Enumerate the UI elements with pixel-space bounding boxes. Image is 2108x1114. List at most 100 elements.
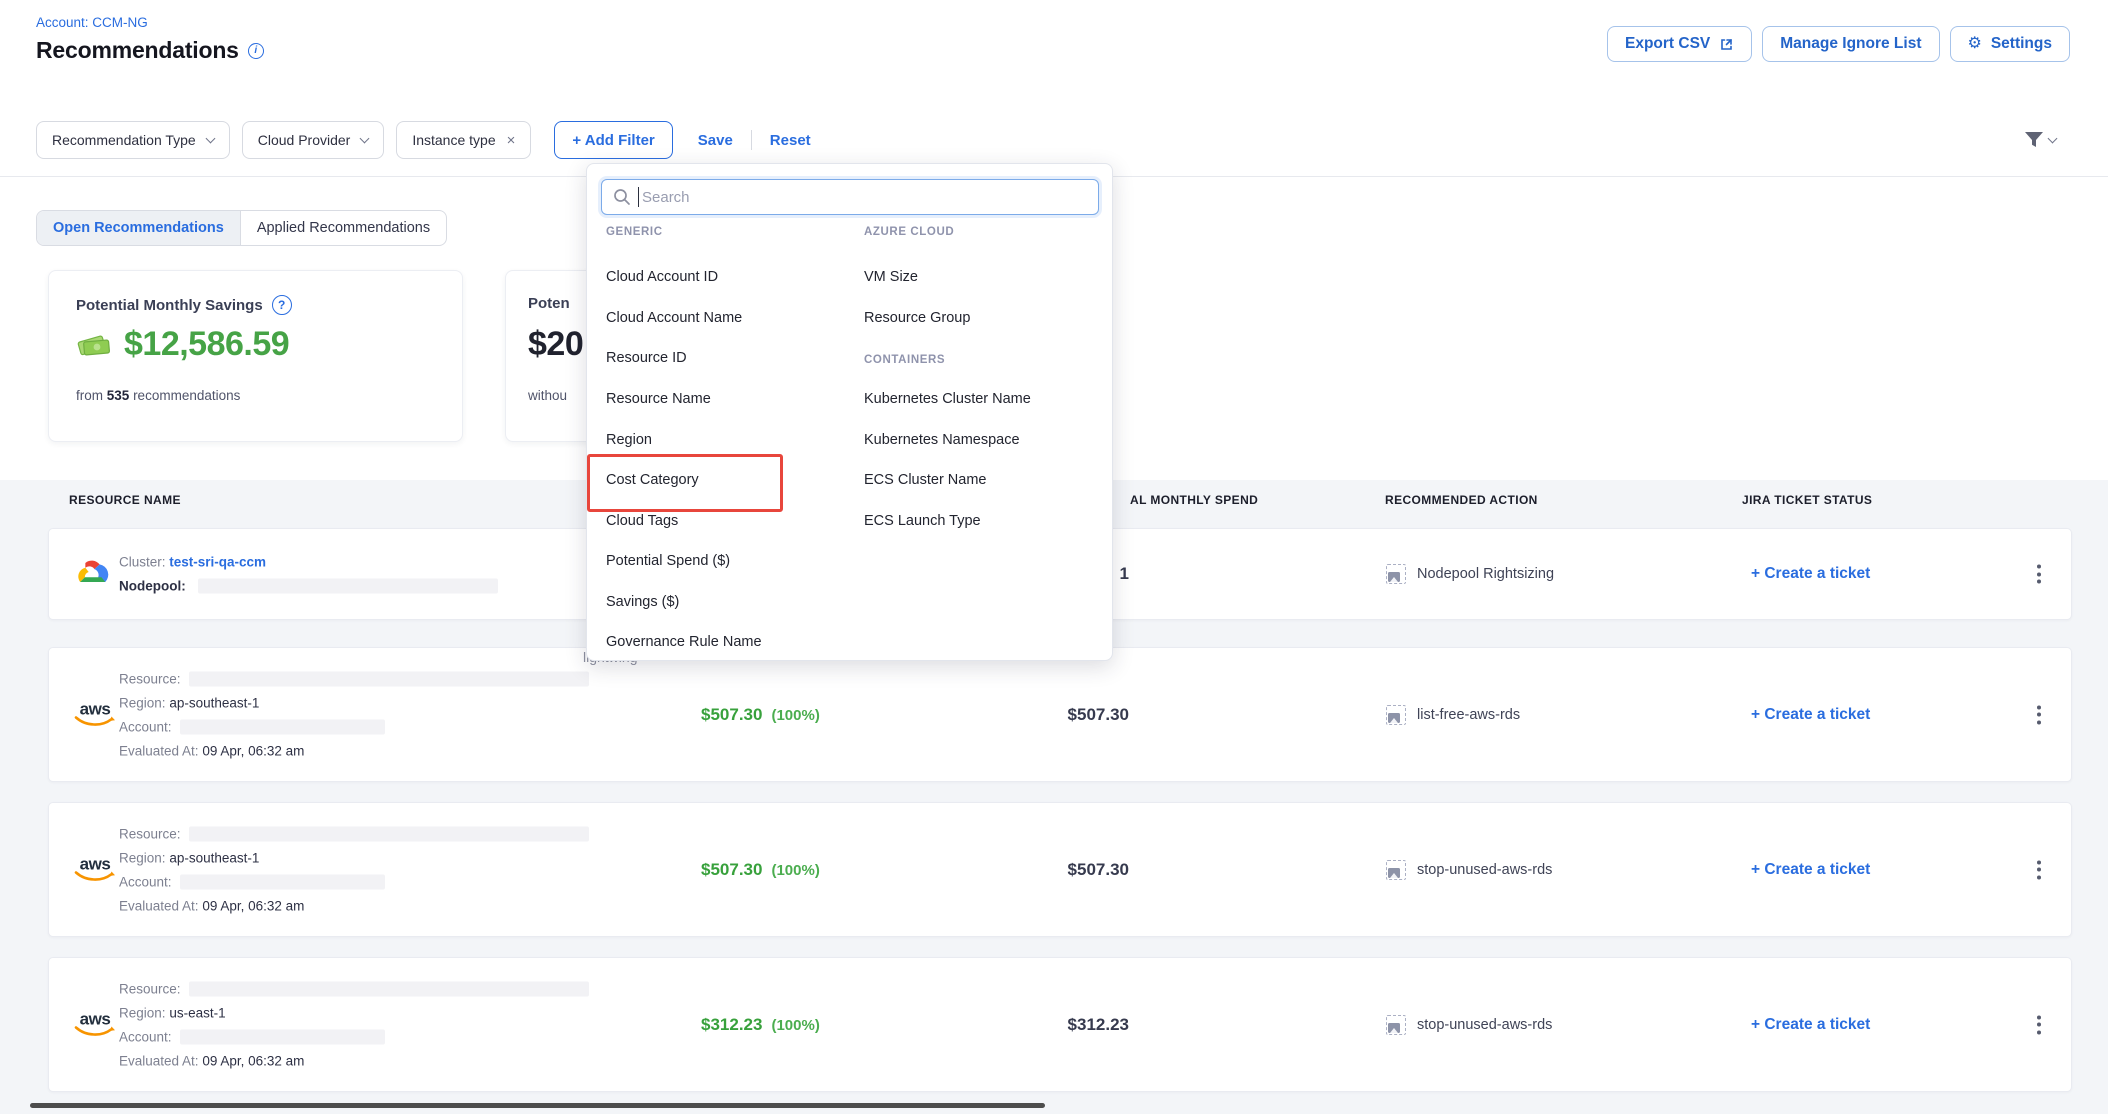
evaluated-at-label: Evaluated At: (119, 898, 199, 913)
broken-image-icon (1386, 860, 1406, 880)
savings-percent: (100%) (771, 862, 819, 879)
recommended-action-label: stop-unused-aws-rds (1417, 1017, 1552, 1033)
save-filter-button[interactable]: Save (698, 132, 733, 149)
column-header-monthly-spend-partial: AL MONTHLY SPEND (1130, 493, 1258, 507)
tab-open-recommendations[interactable]: Open Recommendations (37, 211, 240, 245)
add-filter-dropdown: GENERIC Cloud Account ID Cloud Account N… (586, 163, 1113, 661)
cluster-label: Cluster: (119, 555, 166, 570)
card-value-row: $12,586.59 (76, 325, 289, 364)
manage-ignore-list-button[interactable]: Manage Ignore List (1762, 26, 1939, 62)
add-filter-button[interactable]: + Add Filter (554, 121, 672, 159)
aws-logo-icon: aws (73, 1012, 117, 1037)
filter-option-cloud-account-name[interactable]: Cloud Account Name (606, 310, 742, 326)
aws-logo-icon: aws (73, 702, 117, 727)
evaluated-at-label: Evaluated At: (119, 743, 199, 758)
filter-option-resource-id[interactable]: Resource ID (606, 350, 687, 366)
evaluated-at-label: Evaluated At: (119, 1053, 199, 1068)
filter-chip-recommendation-type[interactable]: Recommendation Type (36, 121, 230, 159)
section-header-azure-cloud: AZURE CLOUD (864, 226, 954, 238)
filter-option-region[interactable]: Region (606, 432, 652, 448)
recommended-action-cell: stop-unused-aws-rds (1386, 860, 1552, 880)
section-header-containers: CONTAINERS (864, 354, 945, 366)
broken-image-icon (1386, 564, 1406, 584)
page-title-row: Recommendations i (36, 37, 264, 64)
info-icon[interactable]: i (248, 43, 264, 59)
column-header-jira-ticket-status: JIRA TICKET STATUS (1742, 493, 1872, 507)
filter-panel-toggle[interactable] (2024, 131, 2056, 149)
region-value: ap-southeast-1 (169, 695, 259, 710)
create-ticket-link[interactable]: + Create a ticket (1751, 706, 1870, 724)
monthly-spend-value: $507.30 (1001, 860, 1129, 880)
funnel-icon (2024, 131, 2044, 149)
horizontal-scrollbar[interactable] (30, 1103, 1045, 1108)
aws-logo-icon: aws (73, 857, 117, 882)
broken-image-icon (1386, 705, 1406, 725)
filter-option-cost-category[interactable]: Cost Category (606, 472, 699, 488)
money-icon (76, 330, 114, 360)
question-icon[interactable]: ? (272, 295, 292, 315)
gear-icon: ⚙ (1968, 36, 1982, 52)
chevron-down-icon (360, 133, 370, 143)
region-label: Region: (119, 850, 166, 865)
tab-applied-recommendations[interactable]: Applied Recommendations (240, 211, 446, 245)
spend-subtitle-fragment: withou (528, 388, 567, 403)
redacted-value (198, 579, 498, 594)
filter-option-potential-spend[interactable]: Potential Spend ($) (606, 553, 730, 569)
recommended-action-cell: Nodepool Rightsizing (1386, 564, 1554, 584)
region-label: Region: (119, 1005, 166, 1020)
table-row[interactable]: aws Resource: Region: us-east-1 Account:… (48, 957, 2072, 1092)
row-menu-button[interactable] (2033, 701, 2045, 728)
filter-option-resource-group[interactable]: Resource Group (864, 310, 970, 326)
resource-info: Resource: Region: ap-southeast-1 Account… (119, 671, 589, 758)
chevron-down-icon (205, 133, 215, 143)
filter-option-kubernetes-cluster-name[interactable]: Kubernetes Cluster Name (864, 391, 1031, 407)
filter-option-kubernetes-namespace[interactable]: Kubernetes Namespace (864, 432, 1020, 448)
filter-option-vm-size[interactable]: VM Size (864, 269, 918, 285)
filter-chip-cloud-provider[interactable]: Cloud Provider (242, 121, 385, 159)
filter-option-ecs-launch-type[interactable]: ECS Launch Type (864, 513, 981, 529)
evaluated-at-value: 09 Apr, 06:32 am (202, 898, 304, 913)
table-row[interactable]: aws Resource: Region: ap-southeast-1 Acc… (48, 802, 2072, 937)
filter-option-resource-name[interactable]: Resource Name (606, 391, 711, 407)
filter-option-cloud-tags[interactable]: Cloud Tags (606, 513, 678, 529)
gcp-logo-icon (73, 556, 111, 592)
filter-option-cloud-account-id[interactable]: Cloud Account ID (606, 269, 718, 285)
create-ticket-link[interactable]: + Create a ticket (1751, 861, 1870, 879)
section-header-generic: GENERIC (606, 226, 663, 238)
recommended-action-cell: stop-unused-aws-rds (1386, 1015, 1552, 1035)
table-row[interactable]: aws Resource: Region: ap-southeast-1 Acc… (48, 647, 2072, 782)
account-label: Account: (119, 719, 172, 734)
redacted-value (180, 1029, 385, 1044)
recommended-action-label: stop-unused-aws-rds (1417, 862, 1552, 878)
broken-image-icon (1386, 1015, 1406, 1035)
column-header-recommended-action: RECOMMENDED ACTION (1385, 493, 1538, 507)
redacted-value (189, 671, 589, 686)
create-ticket-link[interactable]: + Create a ticket (1751, 1016, 1870, 1034)
search-input[interactable] (601, 179, 1099, 215)
create-ticket-link[interactable]: + Create a ticket (1751, 565, 1870, 583)
settings-button[interactable]: ⚙ Settings (1950, 26, 2071, 62)
resource-info: Resource: Region: ap-southeast-1 Account… (119, 826, 589, 913)
export-csv-button[interactable]: Export CSV (1607, 26, 1752, 62)
recommendations-tabs: Open Recommendations Applied Recommendat… (36, 210, 447, 246)
row-menu-button[interactable] (2033, 561, 2045, 588)
cluster-name-link[interactable]: test-sri-qa-ccm (169, 555, 266, 570)
close-icon[interactable]: × (507, 133, 516, 148)
filter-chip-instance-type[interactable]: Instance type × (396, 121, 531, 159)
breadcrumb[interactable]: Account: CCM-NG (36, 15, 148, 30)
filter-option-savings[interactable]: Savings ($) (606, 594, 679, 610)
aws-logo-text: aws (80, 1012, 111, 1025)
savings-subtitle-prefix: from (76, 388, 103, 403)
card-title-fragment: Poten (528, 295, 570, 312)
row-menu-button[interactable] (2033, 1011, 2045, 1038)
nodepool-line: Nodepool: (119, 579, 498, 594)
row-menu-button[interactable] (2033, 856, 2045, 883)
filter-chip-label: Recommendation Type (52, 132, 196, 148)
reset-filter-button[interactable]: Reset (770, 132, 811, 149)
export-csv-label: Export CSV (1625, 35, 1710, 53)
filter-option-governance-rule-name[interactable]: Governance Rule Name (606, 634, 762, 650)
filter-option-ecs-cluster-name[interactable]: ECS Cluster Name (864, 472, 986, 488)
recommendations-page: Account: CCM-NG Recommendations i Export… (0, 0, 2108, 1114)
divider (751, 130, 752, 150)
redacted-value (180, 874, 385, 889)
